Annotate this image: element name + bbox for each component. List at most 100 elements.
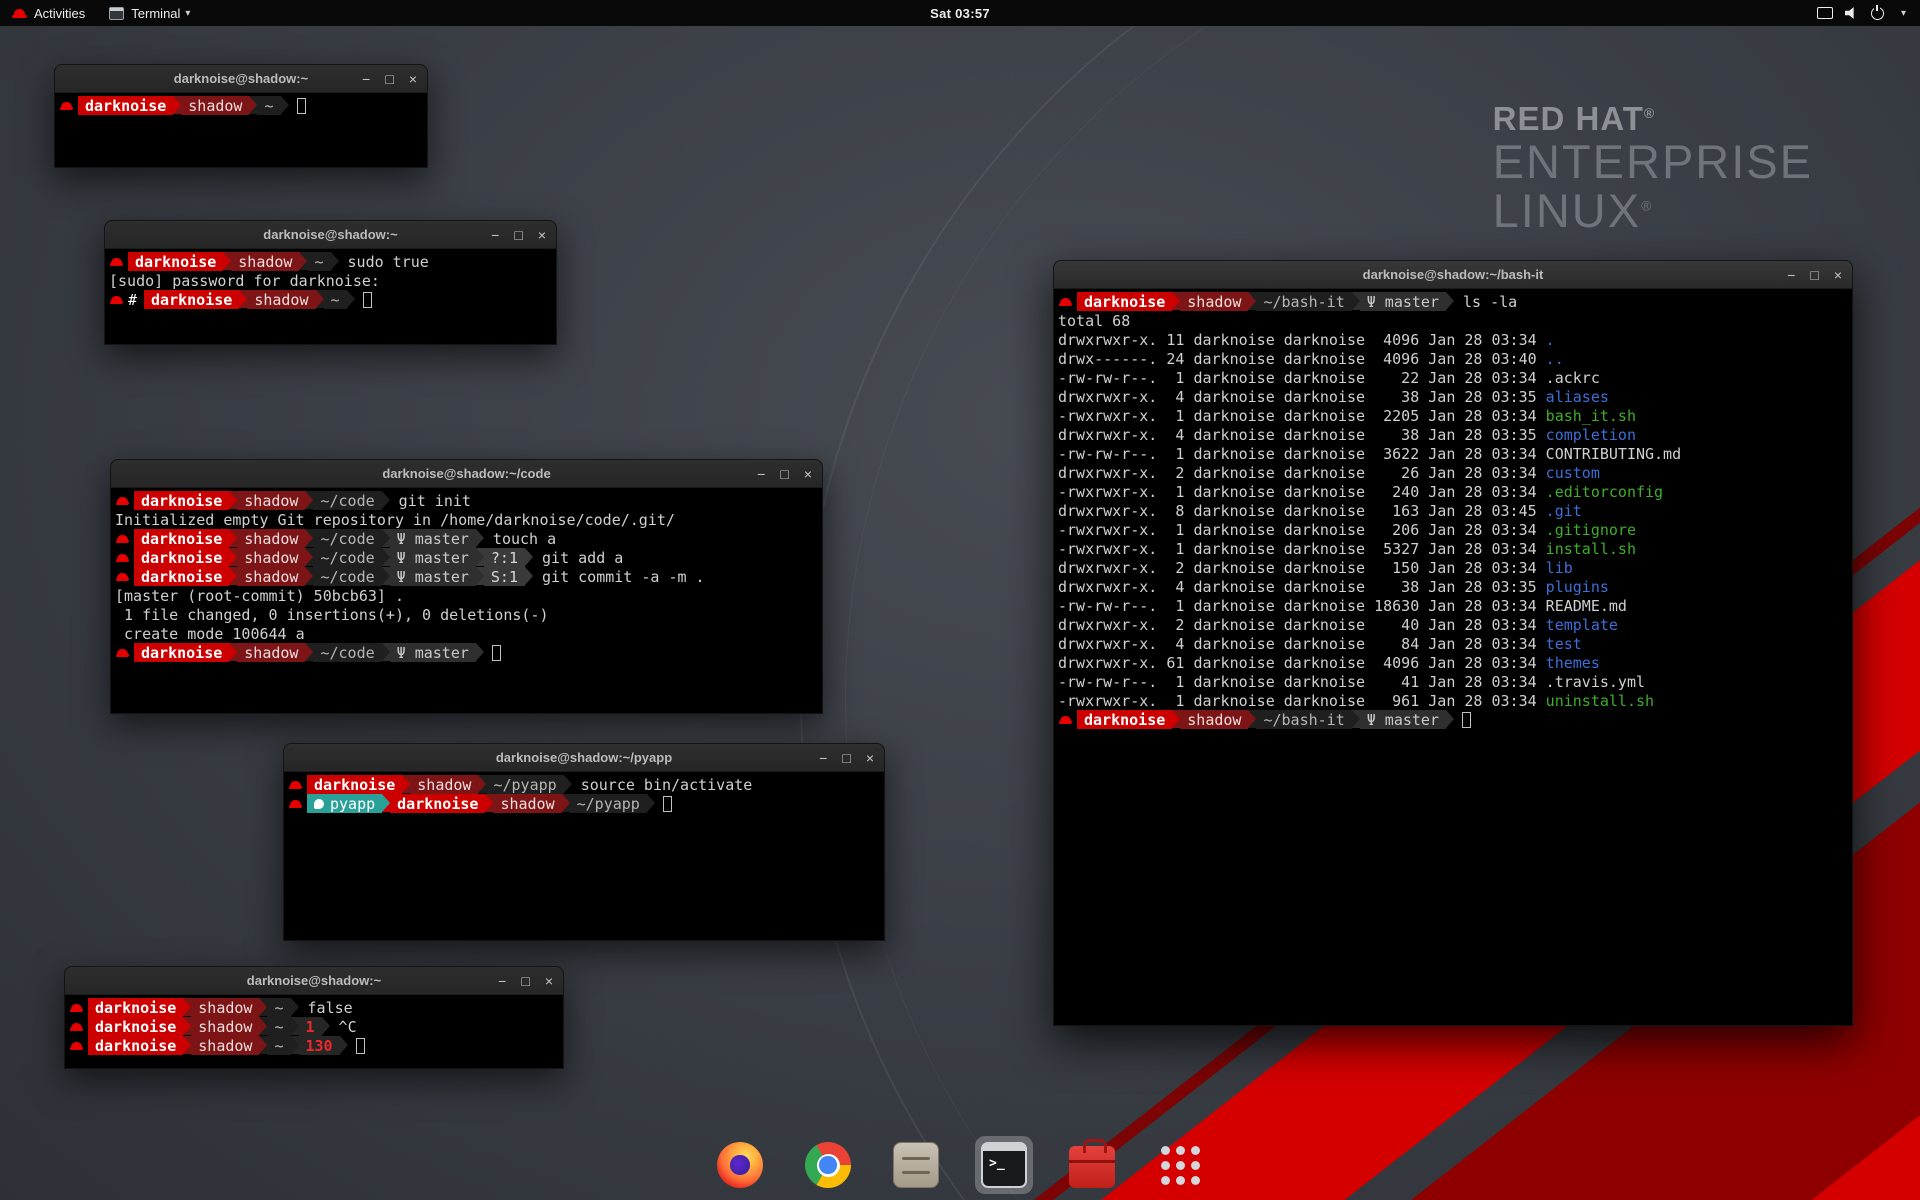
terminal-body[interactable]: darknoiseshadow~ sudo true[sudo] passwor… <box>105 249 556 344</box>
dock-item-chrome[interactable] <box>799 1136 857 1194</box>
minimize-button[interactable]: − <box>757 467 765 481</box>
powerline-arrow <box>476 548 484 566</box>
minimize-button[interactable]: − <box>1787 268 1795 282</box>
prompt-segment-venv: pyapp <box>307 794 382 813</box>
terminal-line: darknoiseshadow~1 ^C <box>67 1017 561 1036</box>
directory-name: plugins <box>1546 577 1609 596</box>
close-button[interactable]: × <box>804 467 812 481</box>
terminal-text: drwx------. 24 darknoise darknoise 4096 … <box>1058 349 1546 368</box>
terminal-body[interactable]: darknoiseshadow~/code git initInitialize… <box>111 488 822 713</box>
maximize-button[interactable]: □ <box>385 72 393 86</box>
prompt-segment-user: darknoise <box>128 252 223 271</box>
prompt-segment-exit: 130 <box>299 1036 340 1055</box>
prompt-segment-user: darknoise <box>88 998 183 1017</box>
terminal-body[interactable]: darknoiseshadow~ falsedarknoiseshadow~1 … <box>65 995 563 1068</box>
dock-item-terminal[interactable] <box>975 1136 1033 1194</box>
titlebar[interactable]: darknoise@shadow:~/bash-it − □ × <box>1054 261 1852 289</box>
prompt-segment-path: ~/code <box>313 567 381 586</box>
prompt-segment-path: ~ <box>307 252 330 271</box>
prompt-segment-path: ~/code <box>313 643 381 662</box>
minimize-button[interactable]: − <box>819 751 827 765</box>
activities-label: Activities <box>34 6 85 21</box>
powerline-arrow <box>305 567 313 585</box>
prompt-segment-host: shadow <box>247 290 315 309</box>
titlebar[interactable]: darknoise@shadow:~ − □ × <box>65 967 563 995</box>
firefox-icon <box>717 1142 763 1188</box>
terminal-window: darknoise@shadow:~ − □ × darknoiseshadow… <box>54 64 428 168</box>
activities-button[interactable]: Activities <box>0 0 97 26</box>
terminal-line: drwxrwxr-x. 2 darknoise darknoise 150 Ja… <box>1056 558 1850 577</box>
powerline-arrow <box>259 1017 267 1035</box>
titlebar[interactable]: darknoise@shadow:~/code − □ × <box>111 460 822 488</box>
prompt-segment-git: Ψ master <box>1360 292 1446 311</box>
registered-mark: ® <box>1644 105 1655 121</box>
prompt-segment-user: darknoise <box>144 290 239 309</box>
terminal-app-icon <box>109 7 124 20</box>
dock <box>711 1136 1209 1194</box>
close-button[interactable]: × <box>538 228 546 242</box>
terminal-cursor <box>356 1038 365 1054</box>
titlebar[interactable]: darknoise@shadow:~/pyapp − □ × <box>284 744 884 772</box>
close-button[interactable]: × <box>545 974 553 988</box>
maximize-button[interactable]: □ <box>1810 268 1818 282</box>
maximize-button[interactable]: □ <box>521 974 529 988</box>
terminal-body[interactable]: darknoiseshadow~/pyapp source bin/activa… <box>284 772 884 940</box>
powerline-arrow <box>1248 292 1256 310</box>
prompt-segment-host: shadow <box>237 567 305 586</box>
redhat-prompt-icon <box>1059 292 1073 311</box>
dock-item-files[interactable] <box>887 1136 945 1194</box>
titlebar[interactable]: darknoise@shadow:~ − □ × <box>105 221 556 249</box>
terminal-body[interactable]: darknoiseshadow~/bash-itΨ master ls -lat… <box>1054 289 1852 1025</box>
powerline-arrow <box>183 1036 191 1054</box>
powerline-arrow <box>229 529 237 547</box>
terminal-body[interactable]: darknoiseshadow~ <box>55 93 427 167</box>
root-prompt-mark: # <box>128 290 137 309</box>
clock[interactable]: Sat 03:57 <box>930 6 990 21</box>
terminal-text: drwxrwxr-x. 4 darknoise darknoise 84 Jan… <box>1058 634 1546 653</box>
terminal-line: darknoiseshadow~/code git init <box>113 491 820 510</box>
powerline-arrow <box>647 794 655 812</box>
powerline-arrow <box>382 491 390 509</box>
system-tray[interactable]: ▾ <box>1817 0 1920 26</box>
minimize-button[interactable]: − <box>498 974 506 988</box>
prompt-segment-host: shadow <box>1180 710 1248 729</box>
maximize-button[interactable]: □ <box>842 751 850 765</box>
prompt-segment-user: darknoise <box>134 548 229 567</box>
terminal-line: drwxrwxr-x. 2 darknoise darknoise 40 Jan… <box>1056 615 1850 634</box>
prompt-segment-user: darknoise <box>390 794 485 813</box>
terminal-line: darknoiseshadow~/bash-itΨ master <box>1056 710 1850 729</box>
powerline-arrow <box>478 775 486 793</box>
prompt-segment-path: ~ <box>267 998 290 1017</box>
terminal-line: darknoiseshadow~/pyapp source bin/activa… <box>286 775 882 794</box>
executable-name: uninstall.sh <box>1546 691 1654 710</box>
prompt-segment-user: darknoise <box>134 567 229 586</box>
dock-item-firefox[interactable] <box>711 1136 769 1194</box>
prompt-segment-host: shadow <box>237 643 305 662</box>
titlebar[interactable]: darknoise@shadow:~ − □ × <box>55 65 427 93</box>
screen-icon <box>1817 7 1833 19</box>
close-button[interactable]: × <box>1834 268 1842 282</box>
terminal-cursor <box>663 796 672 812</box>
maximize-button[interactable]: □ <box>514 228 522 242</box>
close-button[interactable]: × <box>866 751 874 765</box>
terminal-line: drwxrwxr-x. 4 darknoise darknoise 38 Jan… <box>1056 425 1850 444</box>
powerline-arrow <box>331 252 339 270</box>
close-button[interactable]: × <box>409 72 417 86</box>
python-icon <box>314 799 324 809</box>
redhat-prompt-icon <box>70 1017 84 1036</box>
prompt-segment-user: darknoise <box>134 643 229 662</box>
minimize-button[interactable]: − <box>362 72 370 86</box>
terminal-text: -rw-rw-r--. 1 darknoise darknoise 18630 … <box>1058 596 1627 615</box>
app-menu-label: Terminal <box>131 6 180 21</box>
minimize-button[interactable]: − <box>491 228 499 242</box>
dock-item-software[interactable] <box>1063 1136 1121 1194</box>
app-menu-terminal[interactable]: Terminal ▾ <box>97 0 202 26</box>
terminal-line: darknoiseshadow~ sudo true <box>107 252 554 271</box>
powerline-arrow <box>382 794 390 812</box>
terminal-text: create mode 100644 a <box>115 624 305 643</box>
maximize-button[interactable]: □ <box>780 467 788 481</box>
terminal-cursor <box>297 98 306 114</box>
prompt-segment-path: ~/code <box>313 491 381 510</box>
dock-item-app-grid[interactable] <box>1151 1136 1209 1194</box>
rhel-logo-line3: LINUX® <box>1493 187 1813 236</box>
